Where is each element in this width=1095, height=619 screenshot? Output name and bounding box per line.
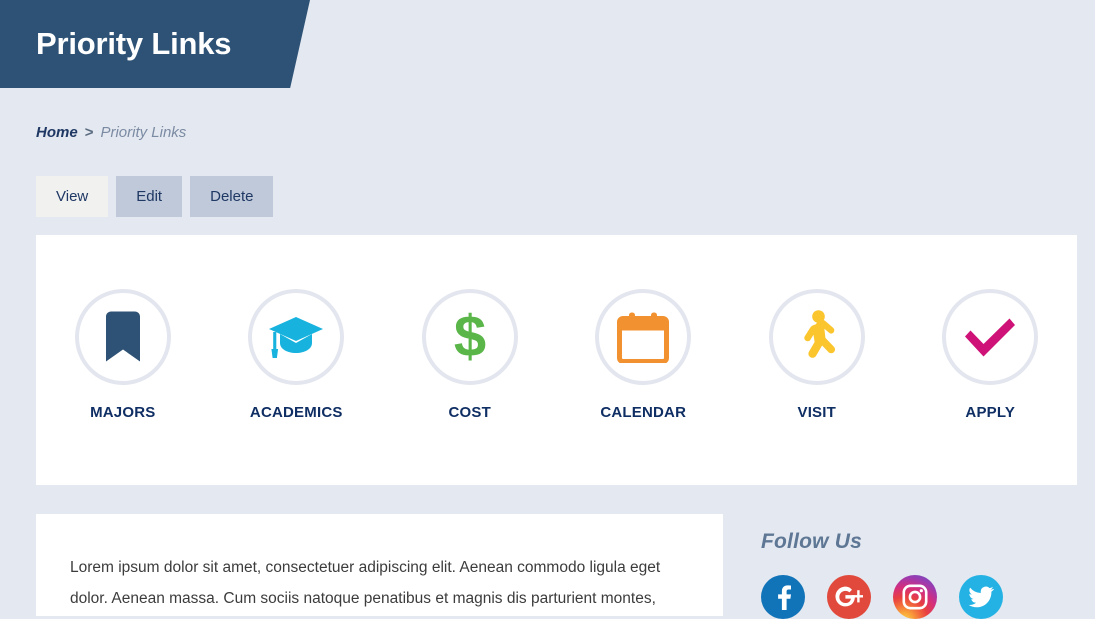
priority-link-apply[interactable]: APPLY [915,289,1065,421]
googleplus-icon [835,586,863,607]
follow-us-section: Follow Us [761,530,1003,619]
social-link-facebook[interactable] [761,575,805,619]
priority-link-cost-label: COST [448,404,491,421]
breadcrumb-current: Priority Links [100,124,187,141]
priority-link-cost-circle: $ [421,289,518,385]
breadcrumb: Home > Priority Links [36,124,186,141]
graduation-cap-icon [269,317,324,358]
priority-link-majors-label: MAJORS [90,404,156,421]
priority-links-row: MAJORS ACADEMICS $ COST CALENDAR VISIT A… [36,289,1077,421]
follow-us-title: Follow Us [761,530,862,553]
svg-text:$: $ [454,308,486,366]
social-link-twitter[interactable] [959,575,1003,619]
priority-link-academics-label: ACADEMICS [249,404,343,421]
twitter-icon [968,586,994,608]
body-paragraph: Lorem ipsum dolor sit amet, consectetuer… [70,559,661,607]
page-header-banner: Priority Links [0,0,310,88]
social-link-instagram[interactable] [893,575,937,619]
social-links-row [761,575,1003,619]
dollar-sign-icon: $ [454,308,486,366]
facebook-icon [778,585,791,610]
checkmark-icon [965,318,1016,357]
priority-link-calendar-label: CALENDAR [600,404,687,421]
priority-link-academics[interactable]: ACADEMICS [221,289,371,421]
tab-edit[interactable]: Edit [116,176,183,217]
priority-link-calendar[interactable]: CALENDAR [568,289,718,421]
breadcrumb-separator: > [84,124,94,141]
priority-link-visit-label: VISIT [797,404,836,421]
priority-link-apply-label: APPLY [965,404,1016,421]
body-content-card: Lorem ipsum dolor sit amet, consectetuer… [36,514,723,616]
breadcrumb-link-home[interactable]: Home [36,124,78,141]
priority-link-visit[interactable]: VISIT [742,289,892,421]
bookmark-icon [105,311,140,362]
tab-delete[interactable]: Delete [190,176,274,217]
instagram-icon [902,584,928,610]
priority-link-majors-circle [74,289,171,385]
page-title: Priority Links [36,26,232,61]
tab-view[interactable]: View [36,176,109,217]
calendar-icon [617,312,670,363]
priority-link-academics-circle [248,289,345,385]
priority-link-visit-circle [768,289,865,385]
priority-link-majors[interactable]: MAJORS [48,289,198,421]
social-link-googleplus[interactable] [827,575,871,619]
local-task-tabs: View Edit Delete [36,176,274,217]
priority-link-calendar-circle [595,289,692,385]
priority-link-apply-circle [942,289,1039,385]
priority-links-card: MAJORS ACADEMICS $ COST CALENDAR VISIT A… [36,235,1077,485]
walking-person-icon [804,310,835,358]
priority-link-cost[interactable]: $ COST [395,289,545,421]
